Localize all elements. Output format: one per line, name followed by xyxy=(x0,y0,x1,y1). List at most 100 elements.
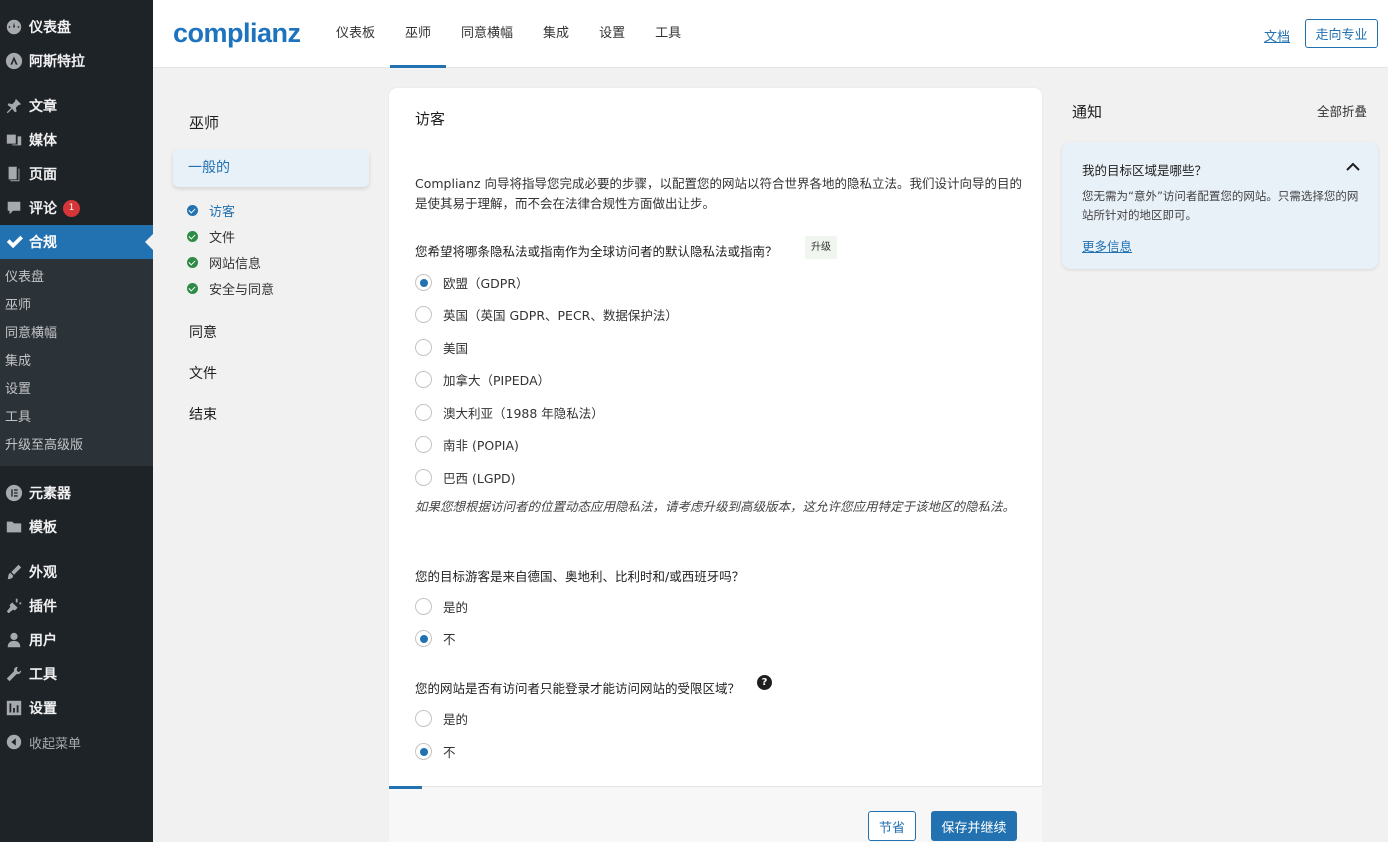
sidebar-item-label: 外观 xyxy=(29,565,57,581)
sidebar-item-comments[interactable]: 评论 1 xyxy=(0,191,153,225)
user-icon xyxy=(4,630,24,650)
radio-button[interactable] xyxy=(415,404,432,421)
radio-label: 巴西 (LGPD) xyxy=(443,471,516,486)
tab-dashboard[interactable]: 仪表板 xyxy=(321,0,390,68)
sidebar-item-label: 模板 xyxy=(29,520,57,536)
radio-button[interactable] xyxy=(415,436,432,453)
upgrade-badge[interactable]: 升级 xyxy=(805,236,837,259)
help-icon[interactable]: ? xyxy=(757,675,772,690)
comment-count-badge: 1 xyxy=(63,199,80,217)
sidebar-item-templates[interactable]: 模板 xyxy=(0,510,153,544)
check-icon xyxy=(4,232,24,252)
step-label: 网站信息 xyxy=(209,256,262,272)
submenu-item-integrations[interactable]: 集成 xyxy=(0,348,153,376)
complianz-header: complianz 仪表板 巫师 同意横幅 集成 设置 工具 文档 走向专业 xyxy=(153,0,1388,68)
elementor-icon xyxy=(4,483,24,503)
sidebar-item-label: 页面 xyxy=(29,167,57,183)
wizard-steps: 访客 文件 网站信息 安全与同意 xyxy=(173,197,369,301)
wizard-section-general[interactable]: 一般的 xyxy=(173,149,369,187)
sidebar-item-astra[interactable]: 阿斯特拉 xyxy=(0,44,153,78)
collapse-all-button[interactable]: 全部折叠 xyxy=(1317,101,1367,120)
tab-wizard[interactable]: 巫师 xyxy=(390,0,447,68)
pin-icon xyxy=(4,96,24,116)
collapse-menu-button[interactable]: 收起菜单 xyxy=(0,725,153,759)
dashboard-icon xyxy=(4,17,24,37)
radio-option-q2-yes[interactable]: 是的 xyxy=(415,597,468,616)
radio-option-q3-no[interactable]: 不 xyxy=(415,742,456,761)
go-pro-button[interactable]: 走向专业 xyxy=(1305,19,1378,48)
radio-label: 欧盟（GDPR） xyxy=(443,276,529,291)
comment-icon xyxy=(4,198,24,218)
tab-settings[interactable]: 设置 xyxy=(584,0,640,68)
radio-option-uk[interactable]: 英国（英国 GDPR、PECR、数据保护法） xyxy=(415,305,678,324)
radio-option-eu[interactable]: 欧盟（GDPR） xyxy=(415,273,529,292)
wizard-step-security-consent[interactable]: 安全与同意 xyxy=(187,275,369,301)
radio-label: 加拿大（PIPEDA） xyxy=(443,373,551,388)
radio-button[interactable] xyxy=(415,274,432,291)
collapse-label: 收起菜单 xyxy=(29,736,82,752)
radio-option-canada[interactable]: 加拿大（PIPEDA） xyxy=(415,370,550,389)
submenu-item-consent-banner[interactable]: 同意横幅 xyxy=(0,320,153,348)
wizard-step-visitors[interactable]: 访客 xyxy=(187,197,369,223)
step-status-icon xyxy=(187,204,198,216)
wizard-step-documents[interactable]: 文件 xyxy=(187,223,369,249)
sidebar-item-label: 插件 xyxy=(29,599,57,615)
folder-icon xyxy=(4,517,24,537)
radio-option-q3-yes[interactable]: 是的 xyxy=(415,709,468,728)
sidebar-item-label: 仪表盘 xyxy=(29,20,71,36)
radio-button[interactable] xyxy=(415,710,432,727)
question-restricted-area: 您的网站是否有访问者只能登录才能访问网站的受限区域？ xyxy=(415,681,741,696)
wizard-section-consent[interactable]: 同意 xyxy=(173,313,369,354)
radio-button[interactable] xyxy=(415,630,432,647)
tab-consent-banner[interactable]: 同意横幅 xyxy=(446,0,528,68)
submenu-item-dashboard[interactable]: 仪表盘 xyxy=(0,264,153,292)
radio-button[interactable] xyxy=(415,743,432,760)
radio-option-brazil[interactable]: 巴西 (LGPD) xyxy=(415,468,516,487)
sidebar-item-label: 阿斯特拉 xyxy=(29,54,85,70)
radio-button[interactable] xyxy=(415,469,432,486)
submenu-item-wizard[interactable]: 巫师 xyxy=(0,292,153,320)
media-icon xyxy=(4,130,24,150)
sidebar-item-dashboard[interactable]: 仪表盘 xyxy=(0,10,153,44)
sidebar-item-elementor[interactable]: 元素器 xyxy=(0,476,153,510)
wizard-card: 访客 Complianz 向导将指导您完成必要的步骤，以配置您的网站以符合世界各… xyxy=(389,88,1042,786)
wizard-section-finish[interactable]: 结束 xyxy=(173,395,369,436)
question-target-countries: 您的目标游客是来自德国、奥地利、比利时和/或西班牙吗？ xyxy=(415,569,745,584)
radio-button[interactable] xyxy=(415,339,432,356)
chevron-up-icon[interactable] xyxy=(1344,158,1362,176)
sidebar-item-label: 工具 xyxy=(29,667,57,683)
sidebar-item-media[interactable]: 媒体 xyxy=(0,123,153,157)
radio-option-q2-no[interactable]: 不 xyxy=(415,629,456,648)
radio-option-south-africa[interactable]: 南非 (POPIA) xyxy=(415,435,519,454)
sidebar-item-plugins[interactable]: 插件 xyxy=(0,589,153,623)
tab-integrations[interactable]: 集成 xyxy=(528,0,584,68)
sidebar-item-tools[interactable]: 工具 xyxy=(0,657,153,691)
complianz-logo[interactable]: complianz xyxy=(173,18,301,49)
radio-option-australia[interactable]: 澳大利亚（1988 年隐私法） xyxy=(415,403,604,422)
submenu-item-tools[interactable]: 工具 xyxy=(0,404,153,432)
sidebar-item-settings[interactable]: 设置 xyxy=(0,691,153,725)
submenu-item-upgrade[interactable]: 升级至高级版 xyxy=(0,432,153,460)
radio-option-us[interactable]: 美国 xyxy=(415,338,468,357)
radio-button[interactable] xyxy=(415,306,432,323)
submenu-item-settings[interactable]: 设置 xyxy=(0,376,153,404)
sidebar-item-users[interactable]: 用户 xyxy=(0,623,153,657)
wizard-section-documents[interactable]: 文件 xyxy=(173,354,369,395)
notice-card: 我的目标区域是哪些？ 您无需为“意外”访问者配置您的网站。只需选择您的网站所针对… xyxy=(1062,142,1378,269)
radio-button[interactable] xyxy=(415,371,432,388)
notice-title: 我的目标区域是哪些？ xyxy=(1082,163,1208,178)
save-and-continue-button[interactable]: 保存并继续 xyxy=(931,811,1017,841)
save-button[interactable]: 节省 xyxy=(868,811,916,841)
sidebar-item-complianz[interactable]: 合规 xyxy=(0,225,153,259)
wizard-step-website-info[interactable]: 网站信息 xyxy=(187,249,369,275)
upgrade-note: 如果您想根据访问者的位置动态应用隐私法，请考虑升级到高级版本，这允许您应用特定于… xyxy=(415,499,1016,514)
radio-label: 是的 xyxy=(443,600,469,615)
more-info-link[interactable]: 更多信息 xyxy=(1082,236,1132,255)
sidebar-item-appearance[interactable]: 外观 xyxy=(0,555,153,589)
sidebar-item-label: 媒体 xyxy=(29,133,57,149)
sidebar-item-pages[interactable]: 页面 xyxy=(0,157,153,191)
radio-button[interactable] xyxy=(415,598,432,615)
docs-link[interactable]: 文档 xyxy=(1264,26,1290,45)
sidebar-item-posts[interactable]: 文章 xyxy=(0,89,153,123)
tab-tools[interactable]: 工具 xyxy=(640,0,696,68)
